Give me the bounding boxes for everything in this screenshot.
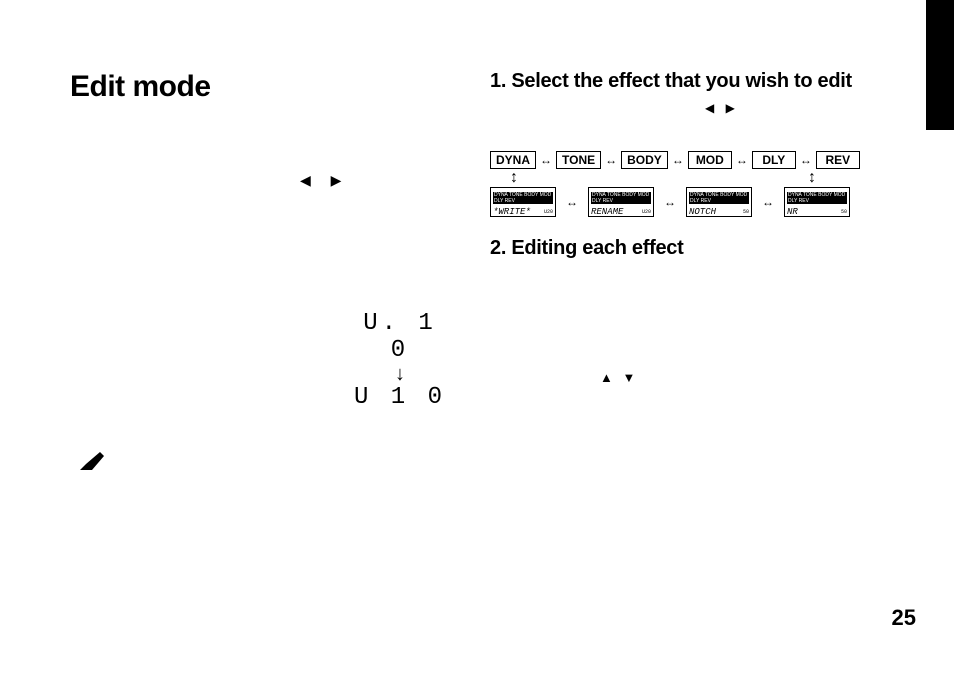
screen-sub-text: U20 — [544, 209, 553, 215]
page-edge-tab — [926, 0, 954, 130]
h-connector-icon: ↔ — [672, 153, 684, 167]
effect-box-body: BODY — [621, 151, 668, 169]
screens-row: DYNA TONE BODY MOD DLY REV *WRITE* U20 ↔… — [490, 187, 890, 217]
step2-arrows: ▲ ▼ — [600, 370, 890, 385]
h-connector-icon: ↔ — [566, 195, 578, 209]
effect-chain-diagram: DYNA ↔ TONE ↔ BODY ↔ MOD ↔ DLY ↔ REV ↕ .… — [490, 151, 890, 217]
down-arrow-icon: ↓ — [350, 364, 450, 384]
h-connector-icon: ↔ — [664, 195, 676, 209]
screen-main-text: NR — [787, 207, 847, 217]
left-right-arrows: ◀ ▶ — [300, 172, 349, 189]
lcd-screen-rename: DYNA TONE BODY MOD DLY REV RENAME U20 — [588, 187, 654, 217]
screen-sub-text: U20 — [642, 209, 651, 215]
step2-heading: 2. Editing each effect — [490, 237, 890, 260]
effect-box-rev: REV — [816, 151, 860, 169]
left-column: Edit mode ◀ ▶ U. 1 0 ↓ U 1 0 — [70, 70, 460, 104]
effect-box-dyna: DYNA — [490, 151, 536, 169]
right-column: 1. Select the effect that you wish to ed… — [490, 70, 890, 385]
note-pencil-icon — [78, 450, 106, 477]
h-connector-icon: ↔ — [605, 153, 617, 167]
screen-header: DYNA TONE BODY MOD DLY REV — [787, 192, 847, 204]
lcd-after: U 1 0 — [350, 384, 450, 411]
vertical-connectors-row: ↕ . . . . . . . . . ↕ — [490, 171, 890, 185]
h-connector-icon: ↔ — [736, 153, 748, 167]
v-connector-icon: ↕ — [490, 171, 538, 185]
page-number: 25 — [892, 605, 916, 631]
screen-sub-text: 50 — [743, 209, 749, 215]
lcd-screen-nr: DYNA TONE BODY MOD DLY REV NR ☾ 50 — [784, 187, 850, 217]
v-connector-icon: ↕ — [792, 171, 832, 185]
h-connector-icon: ↔ — [800, 153, 812, 167]
screen-header: DYNA TONE BODY MOD DLY REV — [591, 192, 651, 204]
h-connector-icon: ↔ — [762, 195, 774, 209]
step1-heading: 1. Select the effect that you wish to ed… — [490, 70, 890, 93]
screen-main-text: NOTCH — [689, 207, 749, 217]
effect-box-dly: DLY — [752, 151, 796, 169]
effect-box-mod: MOD — [688, 151, 732, 169]
knob-icon: ☾ — [743, 198, 749, 206]
effects-boxes-row: DYNA ↔ TONE ↔ BODY ↔ MOD ↔ DLY ↔ REV — [490, 151, 890, 169]
step1-arrows: ◀ ▶ — [705, 101, 890, 115]
lcd-before: U. 1 0 — [350, 310, 450, 364]
h-connector-icon: ↔ — [540, 153, 552, 167]
page-title: Edit mode — [70, 70, 460, 104]
effect-box-tone: TONE — [556, 151, 601, 169]
knob-icon: ☾ — [841, 198, 847, 206]
lcd-display-block: U. 1 0 ↓ U 1 0 — [350, 310, 450, 411]
lcd-screen-write: DYNA TONE BODY MOD DLY REV *WRITE* U20 — [490, 187, 556, 217]
screen-header: DYNA TONE BODY MOD DLY REV — [493, 192, 553, 204]
screen-sub-text: 50 — [841, 209, 847, 215]
screen-header: DYNA TONE BODY MOD DLY REV — [689, 192, 749, 204]
lcd-screen-notch: DYNA TONE BODY MOD DLY REV NOTCH ☾ 50 — [686, 187, 752, 217]
